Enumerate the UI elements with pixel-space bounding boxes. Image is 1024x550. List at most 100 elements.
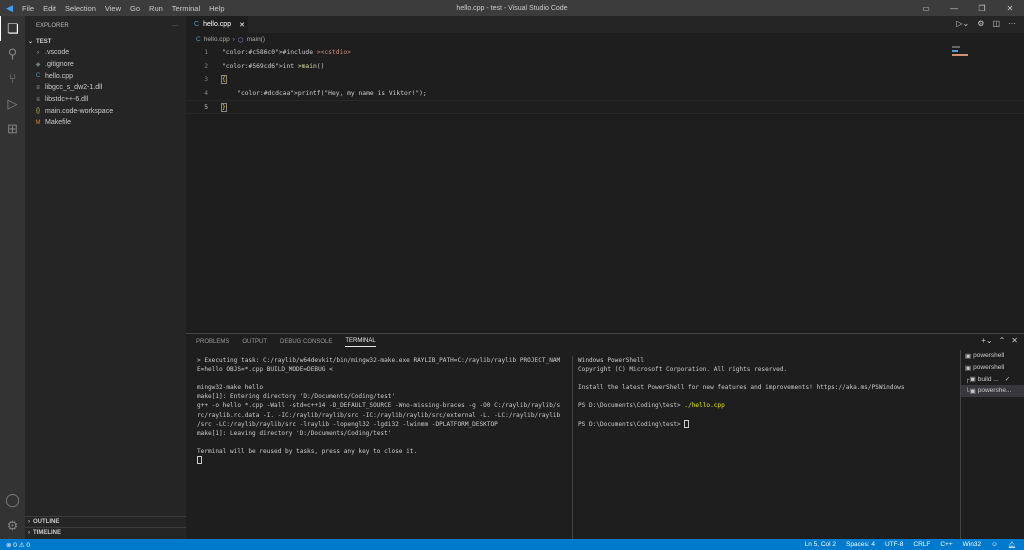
line-number: 4	[204, 90, 208, 98]
menu-bar: File Edit Selection View Go Run Terminal…	[22, 4, 225, 13]
terminal-icon: ┌▣	[965, 376, 976, 384]
new-terminal-icon[interactable]: +⌄	[981, 336, 992, 345]
terminal-prompt: PS D:\Documents\Coding\test>	[578, 420, 681, 428]
menu-file[interactable]: File	[22, 4, 34, 13]
cursor-position[interactable]: Ln 5, Col 2	[805, 541, 836, 549]
run-debug-icon[interactable]: ▷	[0, 91, 25, 116]
terminal-name: powershell	[973, 364, 1005, 372]
tab-label: hello.cpp	[203, 21, 232, 28]
close-button[interactable]: ✕	[996, 0, 1024, 16]
line-number: 1	[204, 49, 208, 57]
file-item[interactable]: M Makefile	[25, 117, 186, 129]
vscode-logo-icon: ◀	[6, 2, 13, 13]
more-actions-icon[interactable]: ···	[1008, 19, 1016, 28]
chevron-down-icon: ⌄	[28, 39, 34, 45]
error-icon: ⊗	[6, 541, 12, 549]
feedback-icon[interactable]: ☺	[991, 541, 998, 549]
file-type-icon: ◆	[35, 62, 41, 69]
folder-test[interactable]: ⌄ TEST	[25, 36, 186, 47]
layout-toggle-icon[interactable]: ▭	[912, 0, 940, 16]
warning-count: 0	[26, 541, 30, 549]
outline-label: OUTLINE	[33, 519, 60, 525]
minimize-button[interactable]: —	[940, 0, 968, 16]
extensions-icon[interactable]: ⊞	[0, 116, 25, 141]
cpp-file-icon: C	[194, 21, 200, 28]
run-icon[interactable]: ▷⌄	[956, 19, 969, 28]
outline-section[interactable]: › OUTLINE	[25, 516, 186, 527]
title-bar: ◀ File Edit Selection View Go Run Termin…	[0, 0, 1024, 16]
settings-icon[interactable]: ⚙	[977, 19, 984, 28]
file-item[interactable]: ≡ libgcc_s_dw2-1.dll	[25, 82, 186, 94]
chevron-right-icon: ›	[28, 530, 30, 536]
code-line[interactable]: 2 "color:#569cd6">int >main()	[186, 60, 1024, 74]
menu-view[interactable]: View	[105, 4, 121, 13]
terminal-name: powershell	[973, 352, 1005, 360]
indentation[interactable]: Spaces: 4	[846, 541, 875, 549]
notifications-icon[interactable]: 🔔︎	[1008, 541, 1016, 549]
cursor	[684, 419, 690, 428]
terminal-item[interactable]: ▣ powershell	[961, 350, 1024, 362]
search-icon[interactable]: ⚲	[0, 41, 25, 66]
timeline-section[interactable]: › TIMELINE	[25, 527, 186, 538]
file-name: main.code-workspace	[45, 107, 114, 115]
status-bar: ⊗ 0 ⚠ 0 Ln 5, Col 2 Spaces: 4 UTF-8 CRLF…	[0, 539, 1024, 550]
close-tab-icon[interactable]: ✕	[239, 21, 245, 29]
code-line[interactable]: 5}	[186, 100, 1024, 114]
tab-hello-cpp[interactable]: C hello.cpp ✕	[186, 16, 248, 33]
menu-selection[interactable]: Selection	[65, 4, 96, 13]
line-text: {	[221, 75, 227, 85]
terminal-split-divider[interactable]	[572, 356, 573, 540]
language-mode[interactable]: C++	[940, 541, 952, 549]
code-line[interactable]: 1 "color:#c586c0">#include ><cstdio>	[186, 46, 1024, 60]
terminal-item[interactable]: ▣ powershell	[961, 362, 1024, 374]
file-item[interactable]: ≡ libstdc++-6.dll	[25, 94, 186, 106]
menu-run[interactable]: Run	[149, 4, 163, 13]
platform-config[interactable]: Win32	[963, 541, 981, 549]
close-panel-icon[interactable]: ✕	[1011, 336, 1018, 345]
explorer-title: EXPLORER	[36, 23, 69, 29]
terminal-name: build ...	[977, 375, 999, 383]
explorer-sidebar: EXPLORER ··· ⌄ TEST › .vscode ◆ .gitignore Che…	[25, 16, 186, 539]
file-name: Makefile	[45, 119, 72, 127]
terminal-name: powershe...	[977, 387, 1012, 395]
source-control-icon[interactable]: ⑂	[0, 66, 25, 91]
menu-go[interactable]: Go	[130, 4, 140, 13]
folder-name: TEST	[36, 38, 52, 45]
tab-output[interactable]: OUTPUT	[242, 339, 267, 345]
code-line[interactable]: 4 "color:#dcdcaa">printf("Hey, my name i…	[186, 87, 1024, 101]
more-actions-icon[interactable]: ···	[172, 23, 178, 29]
menu-edit[interactable]: Edit	[43, 4, 56, 13]
account-icon[interactable]: ◯	[0, 487, 25, 512]
code-editor[interactable]: 1 "color:#c586c0">#include ><cstdio> 2 "col…	[186, 46, 1024, 114]
powershell-terminal[interactable]: Windows PowerShell Copyright (C) Microso…	[578, 356, 905, 429]
breadcrumb-file[interactable]: hello.cpp	[204, 36, 230, 43]
problems-indicator[interactable]: ⊗ 0 ⚠ 0	[0, 541, 30, 549]
explorer-icon[interactable]: ❏	[0, 16, 25, 41]
menu-terminal[interactable]: Terminal	[172, 4, 200, 13]
tab-problems[interactable]: PROBLEMS	[196, 339, 229, 345]
file-item[interactable]: › .vscode	[25, 47, 186, 59]
maximize-panel-icon[interactable]: ⌃	[999, 336, 1006, 345]
code-line[interactable]: 3{	[186, 73, 1024, 87]
file-item[interactable]: {} main.code-workspace	[25, 105, 186, 117]
split-editor-icon[interactable]: ◫	[992, 19, 1000, 28]
line-ending[interactable]: CRLF	[913, 541, 930, 549]
error-count: 0	[13, 541, 17, 549]
tab-terminal[interactable]: TERMINAL	[345, 338, 376, 347]
line-text: "color:#569cd6">int >main()	[222, 62, 325, 70]
file-name: .gitignore	[45, 61, 74, 69]
tab-debug-console[interactable]: DEBUG CONSOLE	[280, 339, 332, 345]
file-name: libstdc++-6.dll	[45, 96, 89, 104]
file-item[interactable]: Chello.cpp	[25, 70, 186, 82]
terminal-item[interactable]: └▣ powershe...	[961, 385, 1024, 397]
terminal-item[interactable]: ┌▣ build ... ✓	[961, 373, 1024, 385]
file-item[interactable]: ◆ .gitignore	[25, 59, 186, 71]
menu-help[interactable]: Help	[209, 4, 224, 13]
task-terminal[interactable]: > Executing task: C:/raylib/w64devkit/bi…	[197, 356, 572, 467]
maximize-button[interactable]: ❐	[968, 0, 996, 16]
encoding[interactable]: UTF-8	[885, 541, 903, 549]
breadcrumb-symbol[interactable]: main()	[247, 36, 265, 43]
file-name: hello.cpp	[45, 72, 74, 80]
minimap[interactable]	[952, 46, 1012, 86]
settings-gear-icon[interactable]: ⚙	[0, 513, 25, 538]
